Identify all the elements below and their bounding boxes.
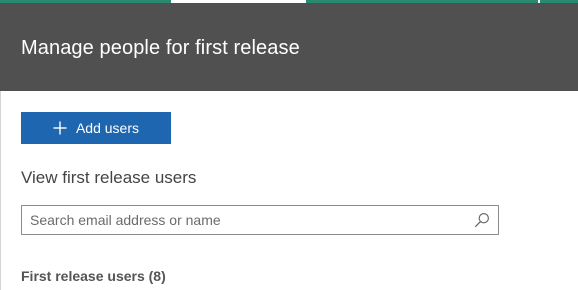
add-users-label: Add users (75, 120, 140, 136)
panel-left-border (0, 91, 1, 290)
panel-header: Manage people for first release (0, 3, 578, 91)
search-icon[interactable] (474, 212, 490, 228)
search-box (21, 205, 499, 235)
search-input[interactable] (22, 206, 462, 234)
add-users-button[interactable]: Add users (21, 112, 171, 144)
panel-title: Manage people for first release (21, 37, 300, 59)
view-users-heading: View first release users (21, 168, 197, 187)
first-release-users-heading: First release users (8) (21, 268, 166, 284)
plus-icon (53, 121, 67, 135)
